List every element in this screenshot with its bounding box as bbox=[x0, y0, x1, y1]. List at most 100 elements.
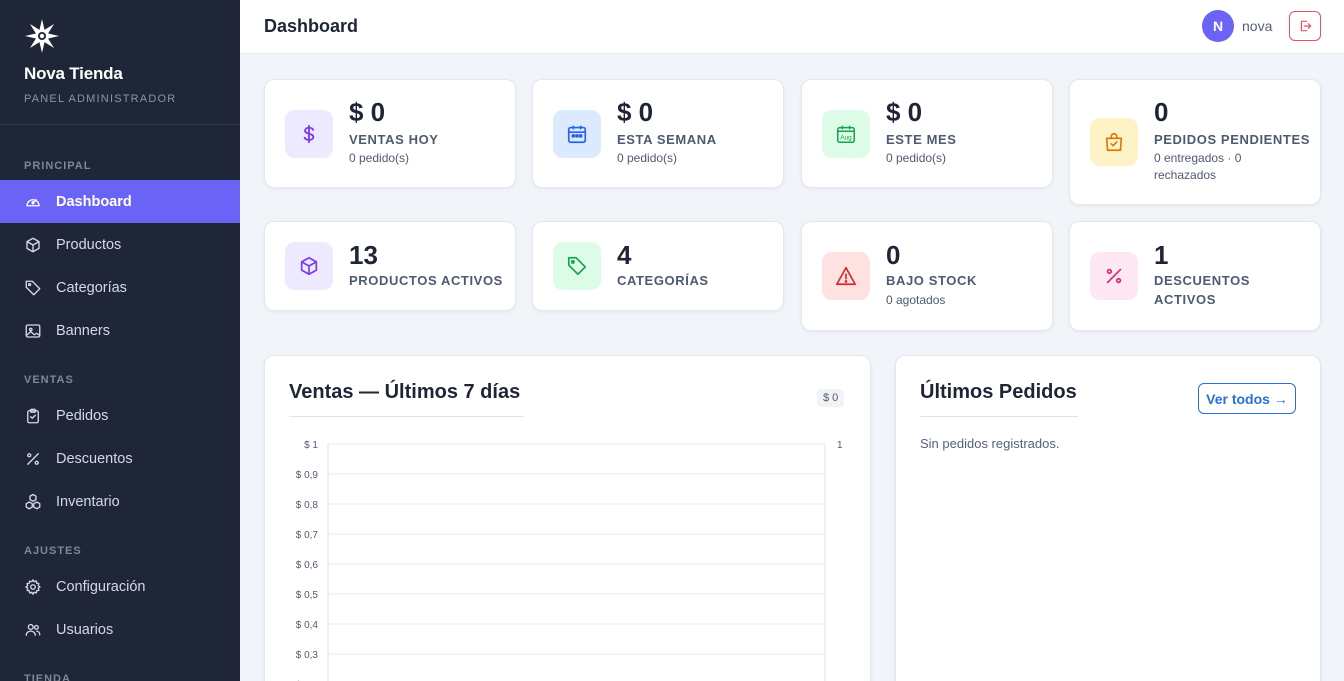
stat-label: DESCUENTOS ACTIVOS bbox=[1154, 273, 1251, 307]
sidebar-item-pedidos[interactable]: Pedidos bbox=[0, 394, 240, 437]
tag-icon bbox=[25, 280, 41, 295]
y-tick-label: $ 0,3 bbox=[296, 650, 319, 661]
sidebar-item-inventario[interactable]: Inventario bbox=[0, 480, 240, 523]
tag-icon bbox=[567, 256, 587, 276]
stat-card-productos-activos: 13 PRODUCTOS ACTIVOS bbox=[264, 221, 516, 311]
y2-tick-label: 1 bbox=[837, 440, 843, 451]
stat-icon-box bbox=[553, 242, 601, 290]
calendar-month-icon: Aug bbox=[837, 125, 855, 143]
sidebar-item-label: Configuración bbox=[56, 578, 146, 595]
sidebar-item-configuracion[interactable]: Configuración bbox=[0, 565, 240, 608]
logout-button[interactable] bbox=[1289, 11, 1321, 41]
sidebar-item-dashboard[interactable]: Dashboard bbox=[0, 180, 240, 223]
stat-label: BAJO STOCK bbox=[886, 273, 977, 288]
stat-value: 1 bbox=[1154, 240, 1169, 270]
dollar-icon bbox=[303, 124, 315, 144]
sidebar-item-usuarios[interactable]: Usuarios bbox=[0, 608, 240, 651]
logout-icon bbox=[1300, 20, 1311, 32]
stat-icon-box bbox=[1090, 252, 1138, 300]
orders-panel-title: Últimos Pedidos bbox=[920, 381, 1077, 403]
stat-value: $ 0 bbox=[617, 97, 654, 127]
y-tick-label: $ 0,4 bbox=[296, 620, 319, 631]
gear-icon bbox=[25, 578, 41, 595]
brand-name: Nova Tienda bbox=[24, 64, 123, 83]
section-label-ajustes: AJUSTES bbox=[24, 545, 82, 557]
y-tick-label: $ 0,9 bbox=[296, 470, 319, 481]
stat-sub: 0 agotados bbox=[886, 293, 946, 307]
y-tick-label: $ 0,5 bbox=[296, 590, 319, 601]
stat-sub: 0 entregados · 0 rechazados bbox=[1154, 151, 1242, 182]
sales-chart: $ 1$ 0,9$ 0,8$ 0,7$ 0,6$ 0,5$ 0,4$ 0,3$ … bbox=[296, 440, 843, 681]
stat-icon-box bbox=[285, 110, 333, 158]
stat-card-categorias: 4 CATEGORÍAS bbox=[532, 221, 784, 311]
stat-card-pedidos-pendientes: 0 PEDIDOS PENDIENTES 0 entregados · 0 re… bbox=[1069, 79, 1321, 205]
user-name[interactable]: nova bbox=[1242, 18, 1272, 34]
stat-value: 0 bbox=[1154, 97, 1169, 127]
sales-chart-panel: Ventas — Últimos 7 días $ 0 $ 1 $ 0,9 $ 0,… bbox=[264, 355, 871, 681]
stat-sub: 0 pedido(s) bbox=[617, 151, 678, 165]
gauge-icon bbox=[26, 198, 40, 206]
image-icon bbox=[25, 323, 41, 338]
stat-icon-box bbox=[553, 110, 601, 158]
sales-chart-title: Ventas — Últimos 7 días bbox=[289, 381, 521, 403]
section-label-tienda: TIENDA bbox=[24, 673, 71, 681]
y-tick-label: $ 0,8 bbox=[296, 500, 319, 511]
title-underline bbox=[289, 416, 524, 417]
stat-value: $ 0 bbox=[349, 97, 386, 127]
percent-icon bbox=[1106, 268, 1122, 284]
stat-icon-box bbox=[285, 242, 333, 290]
stat-icon-box bbox=[822, 252, 870, 300]
sidebar-item-categorias[interactable]: Categorías bbox=[0, 266, 240, 309]
avatar[interactable]: N bbox=[1202, 10, 1234, 42]
users-icon bbox=[25, 623, 41, 636]
empty-orders-message: Sin pedidos registrados. bbox=[920, 436, 1060, 451]
stat-card-bajo-stock: 0 BAJO STOCK 0 agotados bbox=[801, 221, 1053, 331]
stat-value: 4 bbox=[617, 240, 632, 270]
brand: Nova Tienda PANEL ADMINISTRADOR bbox=[0, 0, 240, 125]
sidebar-item-productos[interactable]: Productos bbox=[0, 223, 240, 266]
clipboard-icon bbox=[27, 408, 39, 423]
percent-icon bbox=[27, 452, 39, 465]
stat-card-esta-semana: $ 0 ESTA SEMANA 0 pedido(s) bbox=[532, 79, 784, 188]
section-label-ventas: VENTAS bbox=[24, 374, 74, 386]
svg-text:Aug: Aug bbox=[840, 135, 852, 142]
page-title: Dashboard bbox=[264, 16, 359, 36]
top-header: Dashboard N nova bbox=[240, 0, 1344, 54]
sidebar-item-label: Descuentos bbox=[56, 450, 133, 467]
sidebar-item-label: Pedidos bbox=[56, 407, 109, 424]
stat-value: 13 bbox=[349, 240, 378, 270]
stat-label: VENTAS HOY bbox=[349, 132, 439, 147]
stat-value: $ 0 bbox=[886, 97, 923, 127]
section-label-principal: PRINCIPAL bbox=[24, 160, 92, 172]
sidebar-item-label: Dashboard bbox=[56, 193, 132, 210]
brand-subtitle: PANEL ADMINISTRADOR bbox=[24, 93, 177, 105]
view-all-orders-button[interactable]: Ver todos → bbox=[1198, 383, 1296, 414]
sidebar-item-label: Banners bbox=[56, 322, 111, 339]
sidebar-item-label: Categorías bbox=[56, 279, 127, 296]
shopping-bag-icon bbox=[1105, 132, 1123, 152]
stat-sub: 0 pedido(s) bbox=[349, 151, 410, 165]
latest-orders-panel: Últimos Pedidos Ver todos → Sin pedidos … bbox=[895, 355, 1321, 681]
sidebar-item-banners[interactable]: Banners bbox=[0, 309, 240, 352]
stat-icon-box bbox=[1090, 118, 1138, 166]
y-tick-label: $ 0,7 bbox=[296, 530, 319, 541]
stat-sub: 0 pedido(s) bbox=[886, 151, 947, 165]
title-underline bbox=[920, 416, 1078, 417]
boxes-icon bbox=[25, 493, 41, 509]
sidebar-item-label: Usuarios bbox=[56, 621, 114, 638]
stat-card-este-mes: Aug $ 0 ESTE MES 0 pedido(s) bbox=[801, 79, 1053, 188]
sidebar-item-label: Productos bbox=[56, 236, 122, 253]
stat-label: ESTA SEMANA bbox=[617, 132, 717, 147]
sidebar-item-descuentos[interactable]: Descuentos bbox=[0, 437, 240, 480]
sidebar-item-label: Inventario bbox=[56, 493, 120, 510]
y-tick-label: $ 1 bbox=[304, 440, 318, 451]
y-tick-label: $ 0,6 bbox=[296, 560, 319, 571]
calendar-icon bbox=[567, 125, 587, 144]
stat-value: 0 bbox=[886, 240, 901, 270]
brand-logo bbox=[25, 19, 59, 53]
stat-icon-box: Aug bbox=[822, 110, 870, 158]
stat-label: CATEGORÍAS bbox=[617, 273, 709, 288]
sales-total-badge: $ 0 bbox=[817, 389, 845, 407]
stat-card-ventas-hoy: $ 0 VENTAS HOY 0 pedido(s) bbox=[264, 79, 516, 188]
stat-label: PRODUCTOS ACTIVOS bbox=[349, 273, 503, 288]
